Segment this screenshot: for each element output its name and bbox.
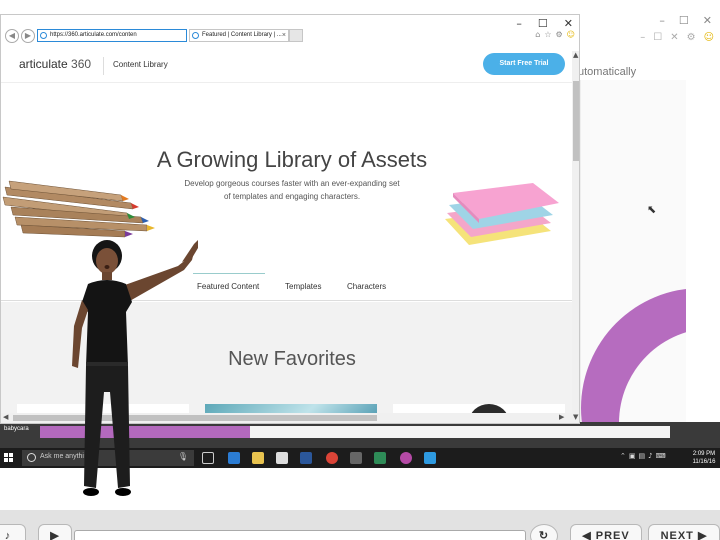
smiley-icon[interactable]: ☺ xyxy=(704,32,714,43)
settings-icon[interactable]: ⚙ xyxy=(555,30,562,39)
scroll-left-icon[interactable]: ◀ xyxy=(3,413,8,421)
tab-templates[interactable]: Templates xyxy=(285,282,321,291)
maximize-icon[interactable]: ☐ xyxy=(679,14,689,27)
taskbar-clock[interactable]: 2:09 PM 11/16/16 xyxy=(688,450,720,466)
store-icon[interactable] xyxy=(276,452,288,464)
window-controls: – ☐ ✕ xyxy=(516,17,573,30)
hero-title: A Growing Library of Assets xyxy=(156,147,428,172)
seek-bar[interactable] xyxy=(74,530,526,540)
desktop-label: babycara xyxy=(4,426,29,432)
content-library-link[interactable]: Content Library xyxy=(113,60,168,69)
close-icon[interactable]: ✕ xyxy=(703,14,712,27)
maximize-icon[interactable]: ☐ xyxy=(653,32,662,43)
hero-subtitle: Develop gorgeous courses faster with an … xyxy=(184,179,400,201)
storyline-icon[interactable] xyxy=(374,452,386,464)
file-explorer-icon[interactable] xyxy=(252,452,264,464)
close-icon[interactable]: ✕ xyxy=(564,17,573,30)
clock-date: 11/16/16 xyxy=(692,459,716,465)
favorites-icon[interactable]: ☆ xyxy=(544,30,551,39)
site-icon xyxy=(40,32,47,39)
next-button[interactable]: NEXT ▶ xyxy=(648,524,720,540)
close-icon[interactable]: ✕ xyxy=(670,32,678,43)
url-text: https://360.articulate.com/conten xyxy=(50,32,137,38)
background-panel xyxy=(580,80,686,432)
browser-tab[interactable]: Featured | Content Library | ... × xyxy=(189,29,289,42)
sticky-notes-illustration xyxy=(445,183,559,245)
player-controls: ♪ ▶ ↻ ◀ PREV NEXT ▶ xyxy=(0,510,720,540)
camera-icon[interactable]: ▣ xyxy=(629,452,636,460)
background-toolbar: – ☐ ✕ ⚙ ☺ xyxy=(640,32,714,43)
articulate-logo[interactable]: articulate 360 xyxy=(19,57,91,71)
scroll-up-icon[interactable]: ▲ xyxy=(573,51,578,59)
scroll-down-icon[interactable]: ▼ xyxy=(573,413,578,421)
mouse-cursor-icon: ⬉ xyxy=(647,204,657,216)
windows-start-icon[interactable] xyxy=(4,453,14,463)
address-bar[interactable]: https://360.articulate.com/conten xyxy=(37,29,187,42)
smiley-icon[interactable]: ☺ xyxy=(567,30,575,39)
minimize-icon[interactable]: – xyxy=(516,17,522,30)
site-header: articulate 360 Content Library Start Fre… xyxy=(1,51,573,83)
tab-featured-content[interactable]: Featured Content xyxy=(197,282,259,291)
internet-explorer-icon[interactable] xyxy=(424,452,436,464)
presenter-character xyxy=(72,240,198,496)
start-free-trial-button[interactable]: Start Free Trial xyxy=(483,53,565,75)
tab-close-icon[interactable]: × xyxy=(282,30,286,41)
edge-icon[interactable] xyxy=(228,452,240,464)
background-window-controls: – ☐ ✕ xyxy=(659,14,712,27)
logo-text: articulate xyxy=(19,57,68,71)
home-icon[interactable]: ⌂ xyxy=(535,30,540,39)
replay-icon[interactable]: ↻ xyxy=(530,524,558,540)
play-button[interactable]: ▶ xyxy=(38,524,72,540)
maximize-icon[interactable]: ☐ xyxy=(538,17,548,30)
settings-icon[interactable]: ⚙ xyxy=(687,32,696,43)
scroll-right-icon[interactable]: ▶ xyxy=(559,413,564,421)
cortana-icon xyxy=(27,453,36,462)
chrome-icon[interactable] xyxy=(326,452,338,464)
minimize-icon[interactable]: – xyxy=(659,14,665,27)
browser-toolbar-icons: ⌂ ☆ ⚙ ☺ xyxy=(535,30,575,39)
screen: – ☐ ✕ – ☐ ✕ ⚙ ☺ utomatically ⬉ babycara … xyxy=(0,0,720,540)
vertical-scrollbar[interactable]: ▲ ▼ xyxy=(572,51,579,423)
volume-icon[interactable]: ♪ xyxy=(648,452,652,460)
back-icon[interactable]: ◀ xyxy=(5,29,19,43)
keyboard-icon[interactable]: ⌨ xyxy=(656,452,666,460)
tab-favicon-icon xyxy=(192,32,199,39)
background-window: – ☐ ✕ – ☐ ✕ ⚙ ☺ utomatically xyxy=(560,14,720,438)
browser-titlebar: – ☐ ✕ ◀ ▶ https://360.articulate.com/con… xyxy=(1,15,579,51)
new-tab-button[interactable] xyxy=(289,29,303,42)
minimize-icon[interactable]: – xyxy=(640,32,645,43)
articulate-icon[interactable] xyxy=(400,452,412,464)
word-icon[interactable] xyxy=(300,452,312,464)
chevron-up-icon[interactable]: ⌃ xyxy=(620,452,626,460)
scroll-thumb[interactable] xyxy=(573,81,579,161)
logo-number: 360 xyxy=(71,57,92,71)
tab-title: Featured | Content Library | ... xyxy=(202,32,282,38)
header-divider xyxy=(103,57,104,75)
prev-button[interactable]: ◀ PREV xyxy=(570,524,642,540)
background-text: utomatically xyxy=(578,66,637,78)
desktop-white-band xyxy=(250,426,670,438)
volume-button[interactable]: ♪ xyxy=(0,524,26,540)
forward-icon[interactable]: ▶ xyxy=(21,29,35,43)
system-tray: ⌃ ▣ ▤ ♪ ⌨ xyxy=(620,452,666,460)
clock-time: 2:09 PM xyxy=(692,451,716,457)
tab-characters[interactable]: Characters xyxy=(347,282,386,291)
network-icon[interactable]: ▤ xyxy=(639,452,646,460)
app-icon[interactable] xyxy=(350,452,362,464)
